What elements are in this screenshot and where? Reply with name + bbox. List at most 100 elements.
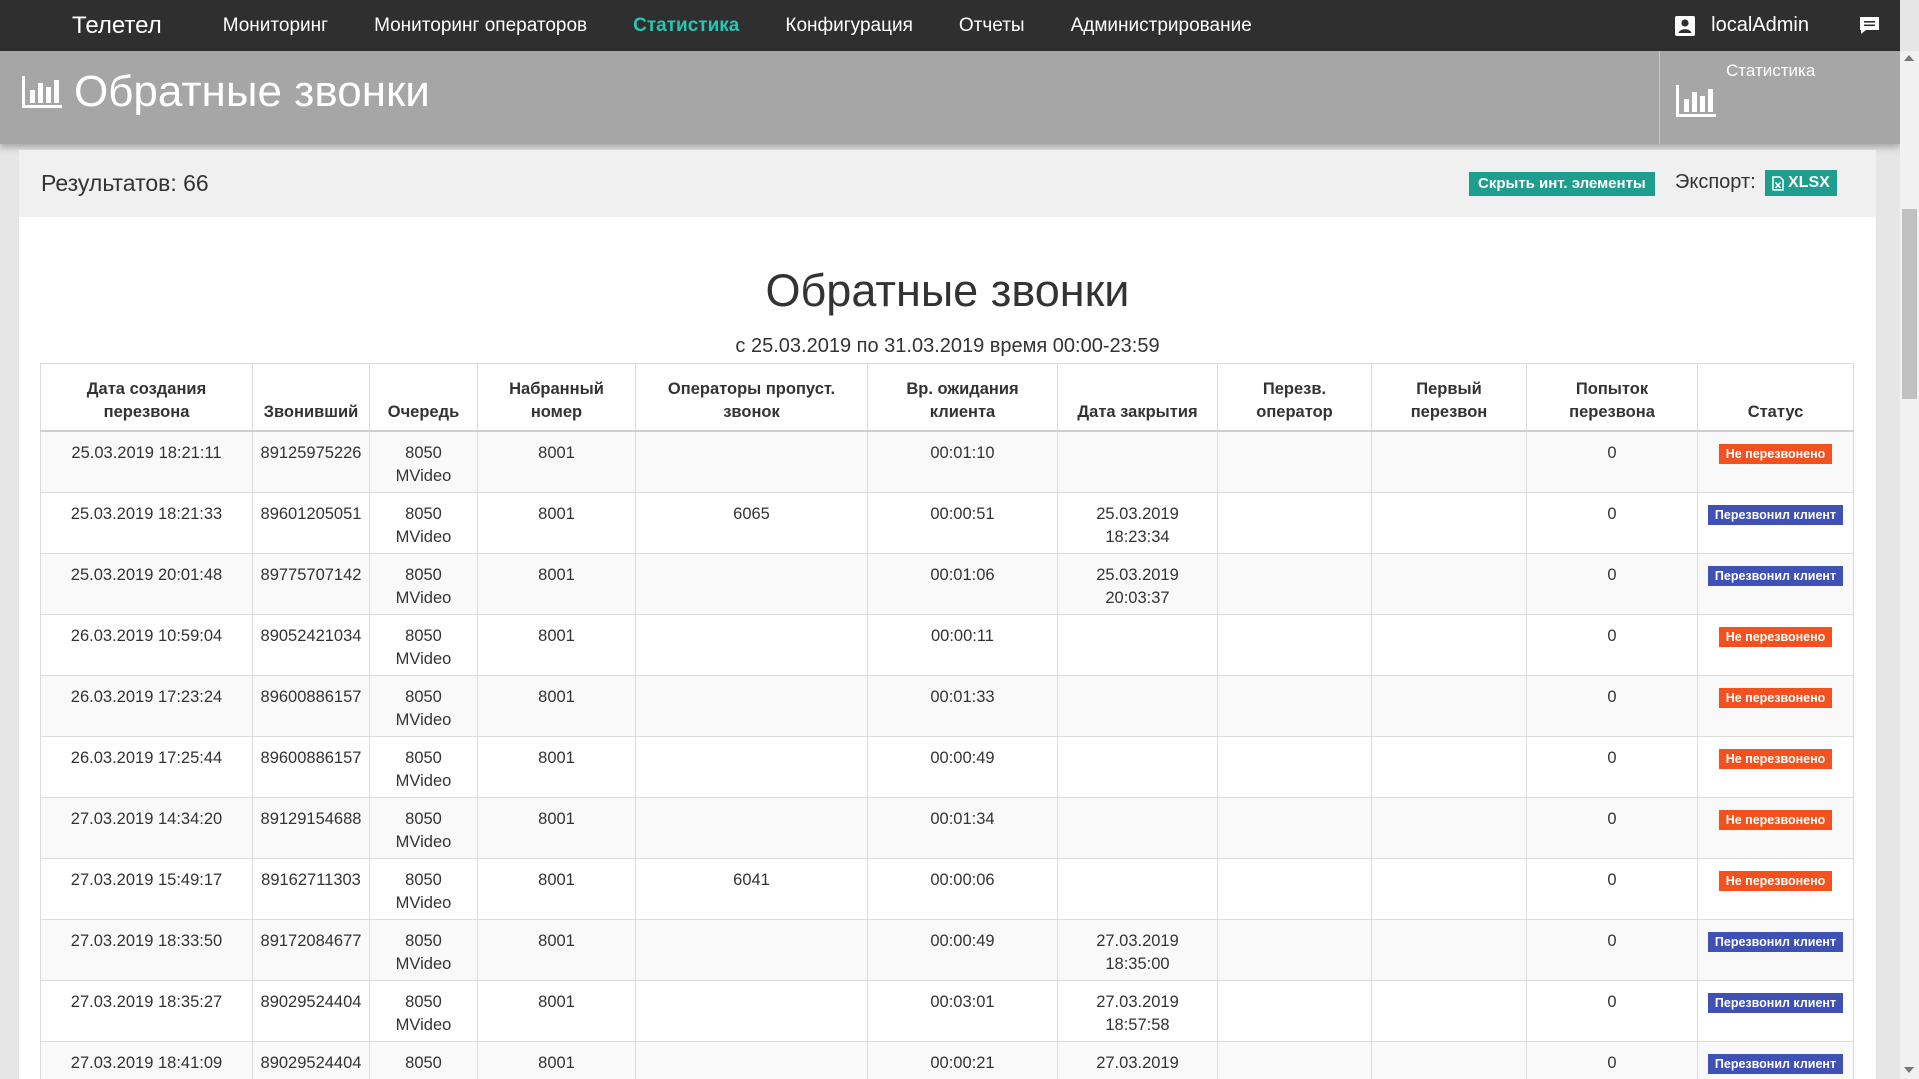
cell-created: 26.03.2019 17:23:24 <box>40 674 253 737</box>
cell-callback-operator <box>1217 796 1372 859</box>
cell-created-value: 25.03.2019 18:21:11 <box>71 444 222 462</box>
table-row[interactable]: 26.03.2019 10:59:04 89052421034 8050 MVideo… <box>40 613 1854 676</box>
table-body: 25.03.2019 18:21:11 89125975226 8050 MVideo… <box>40 430 1854 1079</box>
cell-attempts-value: 0 <box>1607 626 1617 645</box>
cell-missed-operators <box>635 918 868 981</box>
cell-attempts-value: 0 <box>1607 809 1617 828</box>
scroll-down-arrow-icon[interactable] <box>1904 1067 1914 1073</box>
cell-queue-line2: MVideo <box>395 832 452 851</box>
cell-queue-line1: 8050 <box>405 1053 442 1072</box>
cell-created-value: 26.03.2019 17:23:24 <box>70 687 223 706</box>
nav-item-statistics[interactable]: Статистика <box>633 15 739 37</box>
nav-item-monitoring[interactable]: Мониторинг <box>223 15 328 37</box>
column-header[interactable]: Вр. ожидания клиента <box>867 363 1058 432</box>
vertical-scrollbar[interactable] <box>1900 51 1919 1079</box>
user-icon <box>1675 15 1696 36</box>
cell-closed-date: 27.03.2019 18:35:00 <box>1057 918 1218 981</box>
cell-dialed-value: 8001 <box>538 1053 575 1072</box>
cell-created: 25.03.2019 18:21:33 <box>40 491 253 554</box>
table-row[interactable]: 25.03.2019 18:21:11 89125975226 8050 MVideo… <box>40 430 1854 493</box>
cell-created-value: 27.03.2019 18:35:27 <box>70 992 223 1011</box>
cell-queue-line1: 8050 <box>405 565 442 584</box>
report-toolbar: Результатов: 66 Скрыть инт. элементы Экс… <box>19 150 1876 217</box>
status-badge: Не перезвонено <box>1718 809 1833 830</box>
nav-item-configuration[interactable]: Конфигурация <box>785 15 913 37</box>
cell-callback-operator <box>1217 552 1372 615</box>
column-header[interactable]: Дата создания перезвона <box>40 363 253 432</box>
cell-closed-date <box>1057 430 1218 493</box>
column-header[interactable]: Набранный номер <box>477 363 636 432</box>
column-header[interactable]: Дата закрытия <box>1057 363 1218 432</box>
scroll-up-arrow-icon[interactable] <box>1904 55 1914 61</box>
table-row[interactable]: 27.03.2019 18:33:50 89172084677 8050 MVideo… <box>40 918 1854 981</box>
column-header[interactable]: Статус <box>1697 363 1854 432</box>
cell-queue-line1: 8050 <box>405 931 442 950</box>
cell-callback-operator <box>1217 857 1372 920</box>
table-row[interactable]: 25.03.2019 20:01:48 89775707142 8050 MVideo… <box>40 552 1854 615</box>
cell-queue: 8050 MVideo <box>369 796 478 859</box>
user-menu[interactable]: localAdmin <box>1675 14 1809 37</box>
cell-attempts: 0 <box>1526 613 1698 676</box>
cell-callback-operator <box>1217 918 1372 981</box>
cell-queue: 8050 MVideo <box>369 979 478 1042</box>
column-header[interactable]: Звонивший <box>252 363 370 432</box>
cell-closed-date-line1: 27.03.2019 <box>1096 931 1179 950</box>
cell-missed-operators <box>635 796 868 859</box>
cell-dialed: 8001 <box>477 552 636 615</box>
cell-caller: 89029524404 <box>252 1040 370 1079</box>
table-row[interactable]: 27.03.2019 18:35:27 89029524404 8050 MVideo… <box>40 979 1854 1042</box>
table-row[interactable]: 27.03.2019 15:49:17 89162711303 8050 MVideo… <box>40 857 1854 920</box>
cell-created: 27.03.2019 14:34:20 <box>40 796 253 859</box>
nav-item-reports[interactable]: Отчеты <box>959 15 1025 37</box>
column-header[interactable]: Очередь <box>369 363 478 432</box>
cell-dialed-value: 8001 <box>538 931 575 950</box>
nav-item-administration[interactable]: Администрирование <box>1071 15 1252 37</box>
cell-dialed-value: 8001 <box>538 687 575 706</box>
chat-button[interactable] <box>1859 16 1880 35</box>
table-row[interactable]: 26.03.2019 17:25:44 89600886157 8050 MVideo… <box>40 735 1854 798</box>
cell-dialed: 8001 <box>477 979 636 1042</box>
export-xlsx-button[interactable]: XLSX <box>1765 170 1837 196</box>
cell-closed-date-line2: 18:23:34 <box>1105 527 1170 546</box>
column-header[interactable]: Попыток перезвона <box>1526 363 1698 432</box>
column-header[interactable]: Первый перезвон <box>1371 363 1527 432</box>
status-badge: Перезвонил клиент <box>1707 931 1844 952</box>
column-header[interactable]: Операторы пропуст. звонок <box>635 363 868 432</box>
cell-caller-value: 89129154688 <box>260 809 362 828</box>
cell-wait-time: 00:03:01 <box>867 979 1058 1042</box>
cell-missed-operators: 6065 <box>635 491 868 554</box>
cell-callback-operator <box>1217 735 1372 798</box>
cell-first-callback <box>1371 674 1527 737</box>
cell-callback-operator <box>1217 613 1372 676</box>
cell-status: Перезвонил клиент <box>1697 491 1854 554</box>
brand-logo[interactable]: Телетел <box>72 12 162 40</box>
cell-attempts-value: 0 <box>1607 687 1617 706</box>
cell-attempts-value: 0 <box>1607 992 1617 1011</box>
table-row[interactable]: 27.03.2019 18:41:09 89029524404 8050MVideo… <box>40 1040 1854 1079</box>
section-switcher[interactable]: Статистика <box>1659 51 1901 144</box>
cell-created-value: 25.03.2019 20:01:48 <box>70 565 223 584</box>
cell-created: 27.03.2019 18:33:50 <box>40 918 253 981</box>
table-row[interactable]: 27.03.2019 14:34:20 89129154688 8050 MVideo… <box>40 796 1854 859</box>
table-row[interactable]: 25.03.2019 18:21:33 89601205051 8050 MVideo… <box>40 491 1854 554</box>
table-row[interactable]: 26.03.2019 17:23:24 89600886157 8050 MVideo… <box>40 674 1854 737</box>
cell-closed-date-line1: 25.03.2019 <box>1096 504 1179 523</box>
cell-first-callback <box>1371 918 1527 981</box>
cell-queue-line2: MVideo <box>395 771 452 790</box>
cell-dialed: 8001 <box>477 430 636 493</box>
column-header[interactable]: Перезв. оператор <box>1217 363 1372 432</box>
chat-icon <box>1860 17 1879 34</box>
section-label: Статистика <box>1726 61 1816 80</box>
nav-item-operator-monitoring[interactable]: Мониторинг операторов <box>374 15 587 37</box>
cell-queue-line1: 8050 <box>405 444 442 462</box>
cell-closed-date: 25.03.2019 18:23:34 <box>1057 491 1218 554</box>
hide-interactive-elements-button[interactable]: Скрыть инт. элементы <box>1469 172 1655 196</box>
cell-wait-time-value: 00:00:11 <box>930 626 994 645</box>
scroll-thumb[interactable] <box>1902 209 1917 399</box>
cell-dialed-value: 8001 <box>538 504 575 523</box>
file-excel-icon <box>1772 175 1784 191</box>
status-badge: Перезвонил клиент <box>1707 1053 1844 1074</box>
cell-queue-line1: 8050 <box>405 626 442 645</box>
cell-queue-line2: MVideo <box>395 954 452 973</box>
cell-wait-time: 00:00:06 <box>867 857 1058 920</box>
